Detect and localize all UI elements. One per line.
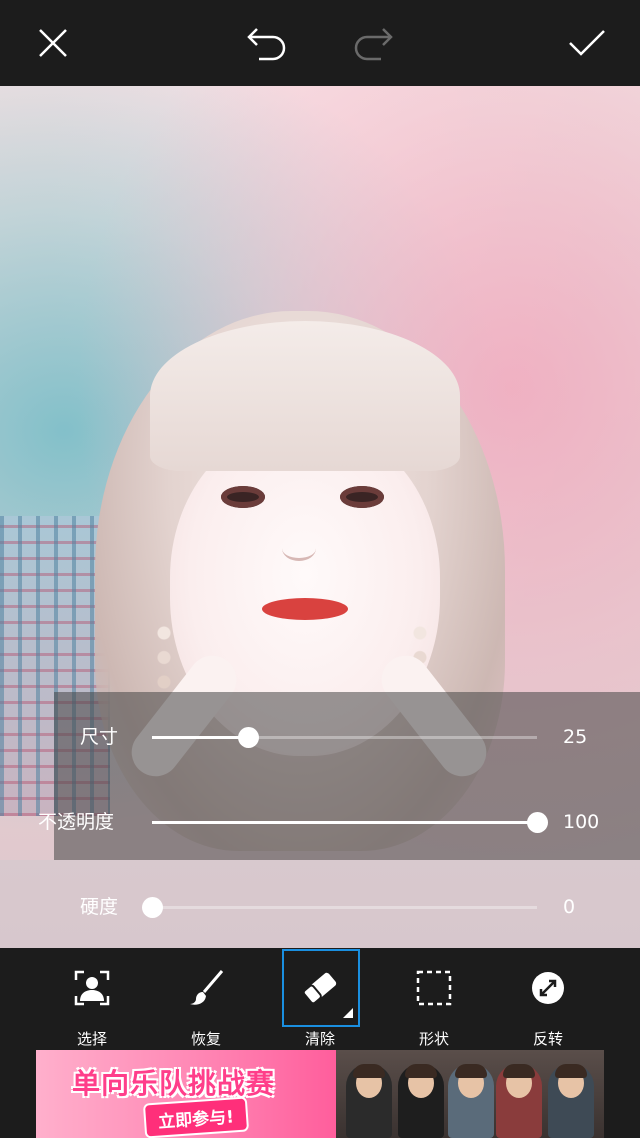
brush-icon bbox=[186, 968, 226, 1008]
opacity-slider[interactable] bbox=[152, 812, 548, 833]
tool-bar: 选择 恢复 清除 形状 反转 bbox=[0, 948, 640, 1050]
opacity-slider-row: 不透明度 100 bbox=[0, 802, 640, 842]
size-label: 尺寸 bbox=[80, 726, 119, 748]
ad-person bbox=[496, 1064, 542, 1138]
checkmark-icon bbox=[569, 30, 605, 56]
close-button[interactable] bbox=[28, 18, 78, 68]
hardness-label: 硬度 bbox=[80, 896, 119, 918]
redo-button[interactable] bbox=[348, 18, 398, 68]
tool-shape[interactable]: 形状 bbox=[395, 948, 473, 1050]
tool-shape-label: 形状 bbox=[418, 1030, 449, 1048]
opacity-label: 不透明度 bbox=[38, 811, 115, 833]
undo-icon bbox=[247, 28, 286, 61]
tool-select[interactable]: 选择 bbox=[53, 948, 131, 1050]
portrait-bangs bbox=[150, 321, 460, 471]
portrait-lips bbox=[262, 598, 348, 620]
earring-left bbox=[156, 626, 172, 696]
hardness-value: 0 bbox=[563, 896, 576, 918]
dashed-square-icon bbox=[414, 968, 454, 1008]
hardness-slider-row: 硬度 0 bbox=[0, 887, 640, 927]
tool-invert[interactable]: 反转 bbox=[509, 948, 587, 1050]
size-slider-thumb[interactable] bbox=[238, 727, 260, 748]
ad-banner-photo bbox=[336, 1050, 604, 1138]
ad-person bbox=[448, 1064, 494, 1138]
tool-restore[interactable]: 恢复 bbox=[167, 948, 245, 1050]
tool-erase-label: 清除 bbox=[304, 1030, 335, 1048]
ad-banner[interactable]: 单向乐队挑战赛 立即参与! bbox=[36, 1050, 604, 1138]
undo-button[interactable] bbox=[242, 18, 292, 68]
ad-person bbox=[346, 1064, 392, 1138]
tool-select-label: 选择 bbox=[76, 1030, 107, 1048]
hardness-slider[interactable] bbox=[142, 897, 537, 918]
portrait-eye-left bbox=[221, 486, 265, 508]
eraser-icon bbox=[300, 968, 340, 1008]
ad-person bbox=[398, 1064, 444, 1138]
invert-icon bbox=[528, 968, 568, 1008]
ad-banner-text-area: 单向乐队挑战赛 立即参与! bbox=[36, 1050, 336, 1138]
ad-person bbox=[548, 1064, 594, 1138]
portrait-nose bbox=[282, 536, 316, 561]
options-corner-indicator bbox=[343, 1008, 353, 1018]
size-slider-fill bbox=[152, 736, 249, 739]
ad-cta-button[interactable]: 立即参与! bbox=[142, 1096, 249, 1138]
redo-icon bbox=[354, 28, 393, 61]
portrait-eye-right bbox=[340, 486, 384, 508]
size-slider-row: 尺寸 25 bbox=[0, 717, 640, 757]
top-bar bbox=[0, 0, 640, 86]
tool-restore-label: 恢复 bbox=[190, 1030, 221, 1048]
opacity-slider-fill bbox=[152, 821, 537, 824]
size-value: 25 bbox=[563, 726, 588, 748]
tool-erase[interactable]: 清除 bbox=[281, 948, 360, 1050]
tool-invert-label: 反转 bbox=[532, 1030, 563, 1048]
size-slider[interactable] bbox=[152, 727, 537, 748]
ad-title: 单向乐队挑战赛 bbox=[72, 1067, 276, 1100]
person-select-icon bbox=[72, 968, 112, 1008]
apply-button[interactable] bbox=[562, 18, 612, 68]
close-icon bbox=[39, 29, 67, 57]
opacity-value: 100 bbox=[563, 811, 600, 833]
hardness-slider-thumb[interactable] bbox=[142, 897, 163, 918]
opacity-slider-thumb[interactable] bbox=[527, 812, 548, 833]
